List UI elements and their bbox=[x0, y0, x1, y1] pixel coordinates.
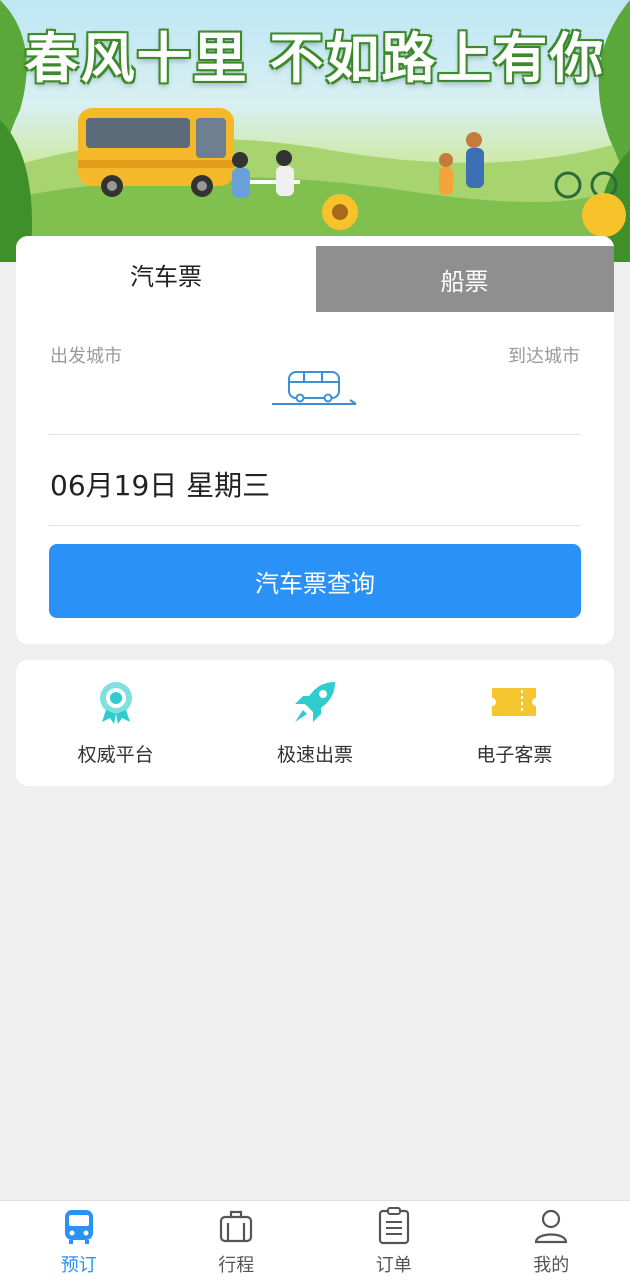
arrival-city-field[interactable]: 到达城市 bbox=[508, 342, 580, 368]
feature-e-ticket: 电子客票 bbox=[415, 660, 614, 786]
divider bbox=[49, 434, 581, 435]
nav-label: 行程 bbox=[218, 1255, 255, 1276]
ticket-icon bbox=[492, 688, 537, 716]
departure-date-field[interactable]: 06月19日 星期三 bbox=[50, 464, 270, 504]
nav-label: 我的 bbox=[533, 1255, 570, 1276]
user-icon bbox=[535, 1209, 568, 1244]
luggage-icon bbox=[220, 1210, 253, 1243]
tab-ship[interactable]: 船票 bbox=[315, 246, 614, 312]
feature-label: 权威平台 bbox=[77, 744, 154, 766]
banner-title: 春风十里 不如路上有你 bbox=[24, 27, 606, 90]
clipboard-icon bbox=[378, 1207, 409, 1245]
feature-label: 电子客票 bbox=[476, 744, 553, 766]
bus-swap-icon[interactable] bbox=[270, 368, 360, 408]
nav-item-profile[interactable]: 我的 bbox=[473, 1201, 630, 1280]
feature-fast-ticketing: 极速出票 bbox=[215, 660, 414, 786]
bottom-navigation: 预订 行程 订单 我的 bbox=[0, 1200, 630, 1280]
departure-city-field[interactable]: 出发城市 bbox=[50, 342, 122, 368]
bus-ticket-search-button[interactable]: 汽车票查询 bbox=[49, 544, 581, 618]
ticket-search-card: 船票 汽车票 出发城市 到达城市 06月19日 星期三 汽车票查询 bbox=[16, 236, 614, 644]
promo-banner[interactable]: 春风十里 不如路上有你 bbox=[0, 0, 630, 262]
feature-highlights: 权威平台 极速出票 电子客票 bbox=[16, 660, 614, 786]
rocket-icon bbox=[294, 682, 335, 722]
nav-item-trips[interactable]: 行程 bbox=[158, 1201, 316, 1280]
bus-icon bbox=[64, 1210, 93, 1244]
nav-item-booking[interactable]: 预订 bbox=[0, 1201, 158, 1280]
nav-label: 预订 bbox=[60, 1255, 97, 1276]
tab-bus[interactable]: 汽车票 bbox=[16, 236, 316, 312]
feature-authority: 权威平台 bbox=[16, 660, 215, 786]
divider bbox=[49, 525, 581, 526]
badge-icon bbox=[99, 682, 132, 724]
nav-item-orders[interactable]: 订单 bbox=[315, 1201, 473, 1280]
nav-label: 订单 bbox=[375, 1255, 412, 1276]
feature-label: 极速出票 bbox=[276, 744, 353, 766]
